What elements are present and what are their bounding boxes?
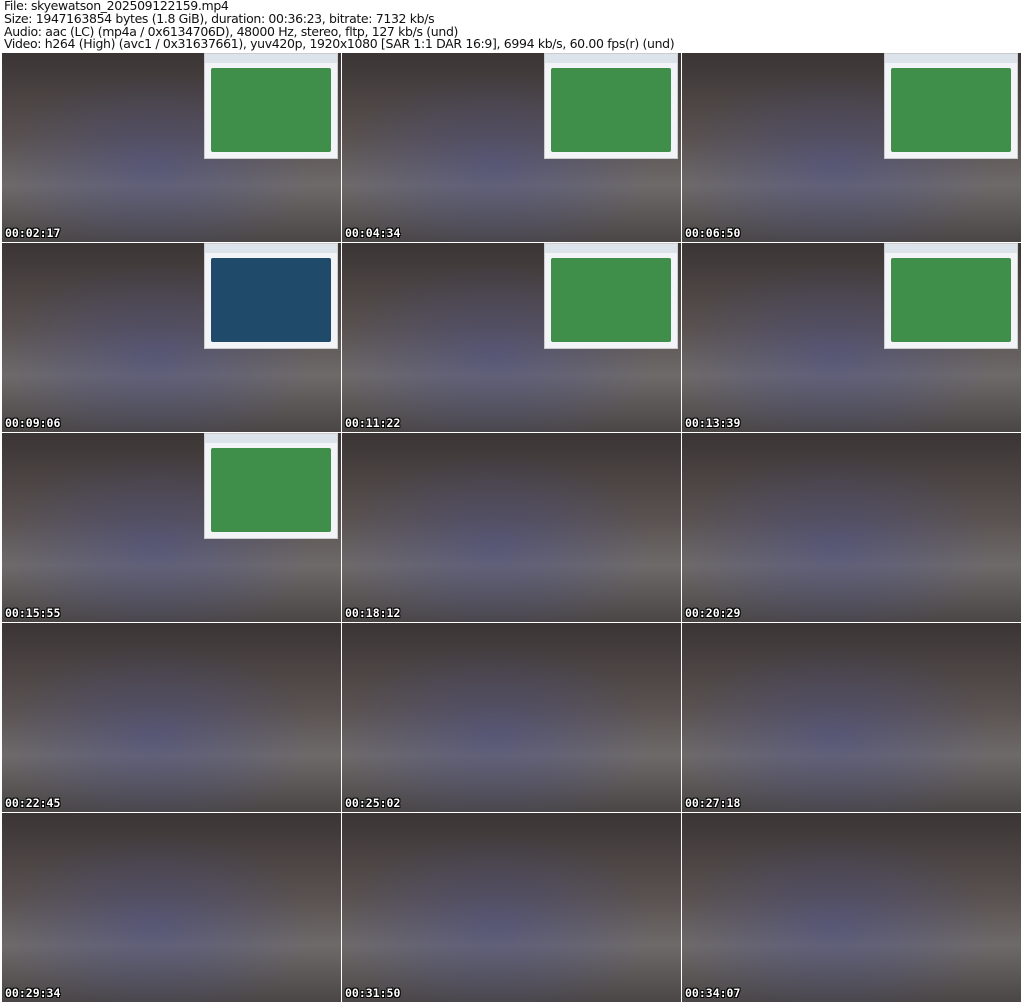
browser-tab-bar: [885, 244, 1017, 253]
browser-tab-bar: [205, 434, 337, 443]
map-quiz-image: [211, 68, 331, 152]
timestamp: 00:31:50: [345, 986, 401, 1000]
video-thumbnail[interactable]: 00:34:07: [682, 813, 1021, 1002]
browser-overlay: [884, 243, 1018, 349]
video-thumbnail[interactable]: 00:25:02: [342, 623, 681, 812]
video-thumbnail[interactable]: 00:20:29: [682, 433, 1021, 622]
frame-placeholder: [342, 433, 681, 622]
browser-overlay: [544, 243, 678, 349]
video-thumbnail[interactable]: 00:29:34: [2, 813, 341, 1002]
timestamp: 00:15:55: [5, 606, 61, 620]
video-thumbnail[interactable]: 00:31:50: [342, 813, 681, 1002]
timestamp: 00:18:12: [345, 606, 401, 620]
map-quiz-image: [551, 258, 671, 342]
thumbnail-grid: 00:02:17 00:04:34 00:06:50 00:09:06 00:11:22…: [2, 53, 1021, 1002]
map-quiz-image: [551, 68, 671, 152]
video-thumbnail[interactable]: 00:11:22: [342, 243, 681, 432]
timestamp: 00:09:06: [5, 416, 61, 430]
map-quiz-image: [891, 258, 1011, 342]
browser-overlay: [204, 243, 338, 349]
video-thumbnail[interactable]: 00:13:39: [682, 243, 1021, 432]
timestamp: 00:29:34: [5, 986, 61, 1000]
video-thumbnail[interactable]: 00:18:12: [342, 433, 681, 622]
browser-overlay: [544, 53, 678, 159]
browser-tab-bar: [545, 54, 677, 63]
browser-overlay: [884, 53, 1018, 159]
frame-placeholder: [682, 623, 1021, 812]
map-quiz-image: [891, 68, 1011, 152]
timestamp: 00:11:22: [345, 416, 401, 430]
browser-tab-bar: [205, 244, 337, 253]
map-quiz-image: [211, 258, 331, 342]
video-thumbnail[interactable]: 00:27:18: [682, 623, 1021, 812]
browser-tab-bar: [545, 244, 677, 253]
map-quiz-image: [211, 448, 331, 532]
file-info-header: File: skyewatson_202509122159.mp4 Size: …: [4, 0, 675, 52]
timestamp: 00:27:18: [685, 796, 741, 810]
timestamp: 00:20:29: [685, 606, 741, 620]
timestamp: 00:25:02: [345, 796, 401, 810]
frame-placeholder: [682, 813, 1021, 1002]
browser-overlay: [204, 53, 338, 159]
video-thumbnail[interactable]: 00:09:06: [2, 243, 341, 432]
frame-placeholder: [342, 813, 681, 1002]
timestamp: 00:34:07: [685, 986, 741, 1000]
timestamp: 00:22:45: [5, 796, 61, 810]
timestamp: 00:13:39: [685, 416, 741, 430]
video-thumbnail[interactable]: 00:04:34: [342, 53, 681, 242]
frame-placeholder: [2, 813, 341, 1002]
frame-placeholder: [342, 623, 681, 812]
browser-tab-bar: [885, 54, 1017, 63]
video-thumbnail[interactable]: 00:15:55: [2, 433, 341, 622]
timestamp: 00:02:17: [5, 226, 61, 240]
video-thumbnail[interactable]: 00:02:17: [2, 53, 341, 242]
video-info: Video: h264 (High) (avc1 / 0x31637661), …: [4, 36, 675, 52]
timestamp: 00:04:34: [345, 226, 401, 240]
browser-tab-bar: [205, 54, 337, 63]
timestamp: 00:06:50: [685, 226, 741, 240]
video-thumbnail[interactable]: 00:06:50: [682, 53, 1021, 242]
frame-placeholder: [682, 433, 1021, 622]
frame-placeholder: [2, 623, 341, 812]
browser-overlay: [204, 433, 338, 539]
video-thumbnail[interactable]: 00:22:45: [2, 623, 341, 812]
